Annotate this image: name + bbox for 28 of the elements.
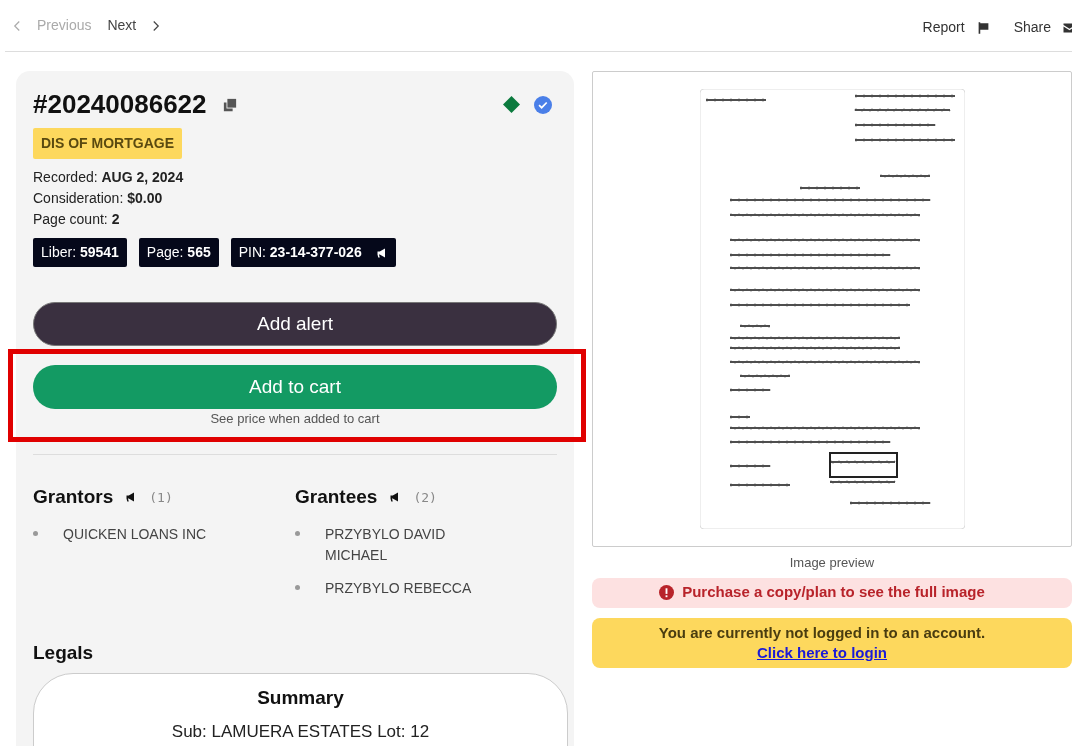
party-count: (1): [149, 488, 173, 507]
party-heading: Grantees: [295, 485, 378, 509]
summary-title: Summary: [256, 686, 345, 710]
report-button[interactable]: Report: [922, 17, 990, 38]
add-to-cart-button[interactable]: Add to cart: [33, 365, 557, 409]
legals-heading: Legals: [33, 641, 94, 665]
detail-text: Recorded: AUG 2, 2024: [33, 168, 185, 187]
party-name: PRZYBYLO DAVID MICHAEL: [325, 524, 447, 565]
warning-text: Purchase a copy/plan to see the full image: [682, 582, 985, 603]
preview-caption: Image preview: [788, 554, 876, 572]
party-count: (2): [413, 488, 437, 507]
badge-text: Page: 565: [146, 243, 211, 262]
share-button[interactable]: Share: [1013, 17, 1072, 38]
document-type-tag: DIS OF MORTGAGE: [33, 128, 182, 159]
party-name: PRZYBYLO REBECCA: [325, 578, 473, 598]
detail-text: Consideration: $0.00: [33, 189, 164, 208]
summary-text: Sub: LAMUERA ESTATES Lot: 12: [170, 720, 431, 743]
next-button[interactable]: Next: [107, 15, 161, 36]
party-name: QUICKEN LOANS INC: [63, 524, 208, 544]
badge-text: Liber: 59541: [41, 243, 119, 262]
price-note: See price when added to cart: [209, 410, 381, 428]
login-message: You are currently not logged in to an account.: [657, 622, 987, 643]
add-alert-button[interactable]: Add alert: [33, 302, 557, 346]
badge-text: PIN: 23-14-377-026: [238, 243, 362, 262]
party-heading: Grantors: [33, 485, 114, 509]
login-link[interactable]: Click here to login: [757, 643, 887, 661]
record-number: #20240086622: [33, 88, 207, 121]
detail-text: Page count: 2: [33, 210, 121, 229]
